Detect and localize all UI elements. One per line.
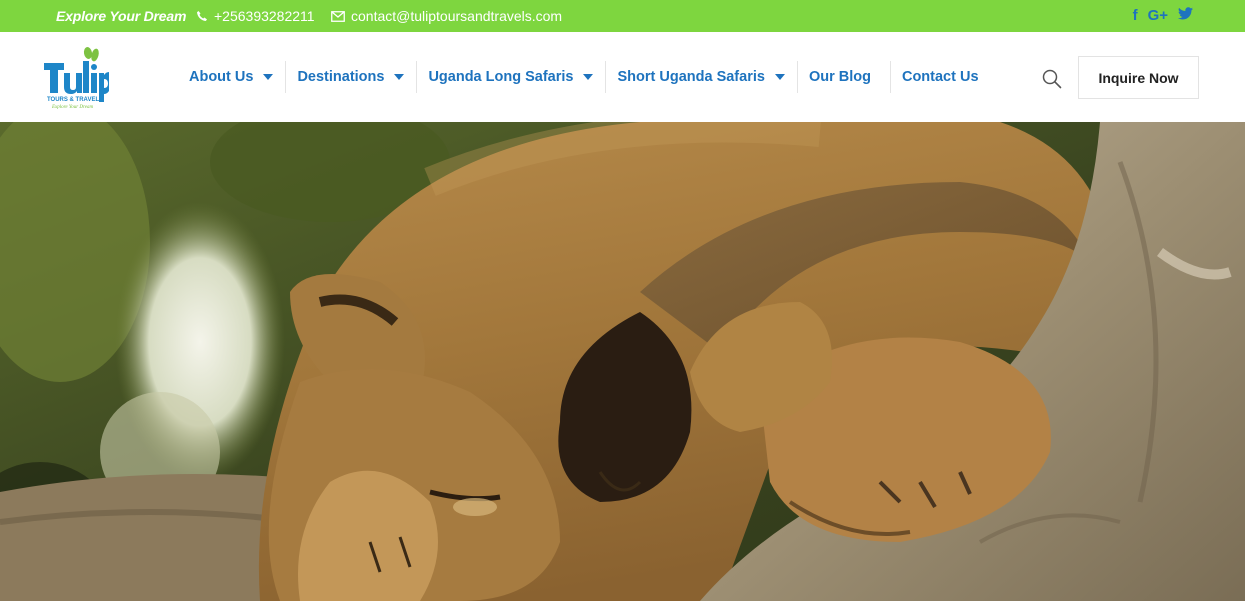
caret-down-icon	[263, 74, 274, 80]
nav-label: About Us	[189, 69, 254, 85]
nav-label: Short Uganda Safaris	[617, 69, 765, 85]
envelope-icon	[331, 10, 345, 22]
logo-subtitle: TOURS & TRAVEL	[47, 97, 99, 103]
top-bar: Explore Your Dream +256393282211 contact…	[0, 0, 1245, 32]
tulip-logo[interactable]: TOURS & TRAVEL Explore Your Dream	[42, 46, 112, 110]
tagline: Explore Your Dream	[56, 8, 187, 24]
main-nav: About Us Destinations Uganda Long Safari…	[178, 61, 998, 93]
google-plus-icon[interactable]: G+	[1148, 7, 1168, 25]
phone-contact[interactable]: +256393282211	[196, 8, 315, 24]
nav-item-destinations[interactable]: Destinations	[286, 61, 418, 93]
search-icon[interactable]	[1041, 68, 1063, 90]
email-contact[interactable]: contact@tuliptoursandtravels.com	[331, 8, 562, 24]
main-header: TOURS & TRAVEL Explore Your Dream About …	[0, 32, 1245, 122]
phone-icon	[196, 10, 208, 22]
facebook-icon[interactable]: f	[1133, 7, 1138, 25]
inquire-now-button[interactable]: Inquire Now	[1078, 56, 1199, 99]
caret-down-icon	[394, 74, 405, 80]
nav-label: Our Blog	[808, 69, 871, 85]
twitter-icon[interactable]	[1178, 7, 1193, 25]
caret-down-icon	[583, 74, 594, 80]
nav-item-uganda-long-safaris[interactable]: Uganda Long Safaris	[417, 61, 607, 93]
nav-label: Contact Us	[901, 69, 979, 85]
social-links: f G+	[1133, 7, 1193, 25]
nav-item-short-uganda-safaris[interactable]: Short Uganda Safaris	[606, 61, 798, 93]
nav-item-our-blog[interactable]: Our Blog	[798, 61, 891, 93]
nav-label: Destinations	[297, 69, 385, 85]
caret-down-icon	[774, 74, 785, 80]
phone-number: +256393282211	[214, 8, 315, 24]
logo-slogan: Explore Your Dream	[51, 105, 94, 110]
nav-item-contact-us[interactable]: Contact Us	[891, 61, 998, 93]
nav-label: Uganda Long Safaris	[428, 69, 574, 85]
lioness-on-tree-photo	[0, 122, 1245, 601]
nav-item-about-us[interactable]: About Us	[178, 61, 287, 93]
email-address: contact@tuliptoursandtravels.com	[351, 8, 563, 24]
hero-image	[0, 122, 1245, 601]
